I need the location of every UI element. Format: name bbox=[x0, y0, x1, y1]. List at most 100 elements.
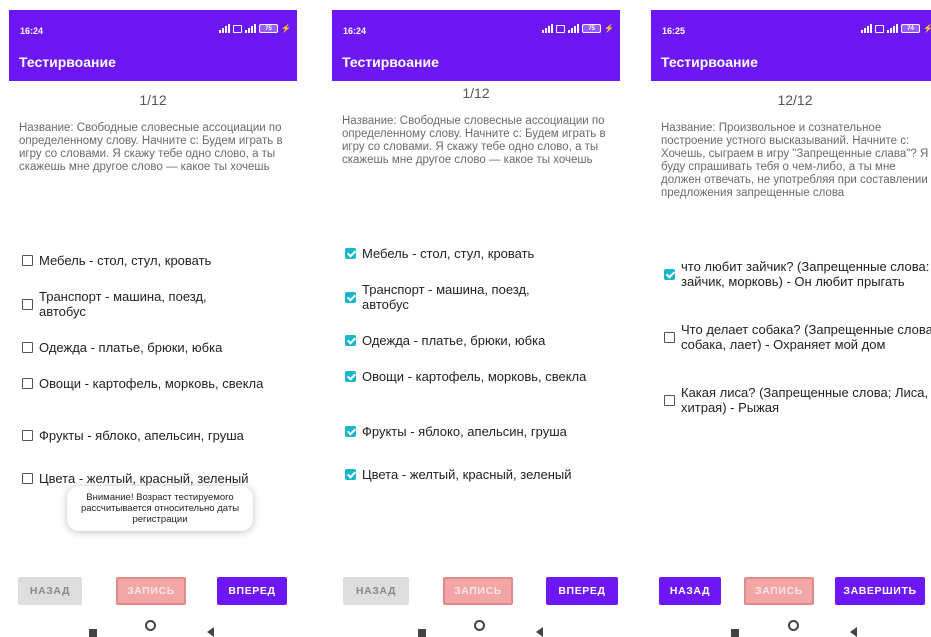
battery-icon: 75 bbox=[259, 24, 279, 33]
option-label: Какая лиса? (Запрещенные слова; Лиса, хи… bbox=[681, 385, 929, 415]
option-label: Мебель - стол, стул, кровать bbox=[362, 246, 535, 261]
screen-1: 16:24 75 ⚡ Тестирвоание 1/12 Название: С… bbox=[9, 10, 297, 637]
signal-icon bbox=[887, 24, 899, 33]
back-nav-icon[interactable] bbox=[207, 627, 214, 637]
option-label: Фрукты - яблоко, апельсин, груша bbox=[39, 428, 244, 443]
record-button[interactable]: ЗАПИСЬ bbox=[443, 577, 513, 605]
option-clothes[interactable]: Одежда - платье, брюки, юбка bbox=[345, 333, 617, 348]
checkbox-checked-icon[interactable] bbox=[345, 371, 356, 382]
question-description: Название: Свободные словесные ассоциации… bbox=[342, 115, 606, 166]
option-label: Цвета - желтый, красный, зеленый bbox=[362, 467, 572, 482]
option-fruits[interactable]: Фрукты - яблоко, апельсин, груша bbox=[345, 424, 617, 439]
record-button[interactable]: ЗАПИСЬ bbox=[116, 577, 186, 605]
app-bar: Тестирвоание bbox=[9, 44, 297, 81]
signal-icon bbox=[861, 24, 873, 33]
recents-icon[interactable] bbox=[731, 629, 739, 637]
back-button[interactable]: НАЗАД bbox=[18, 577, 82, 605]
sim-icon bbox=[233, 24, 243, 33]
option-vegetables[interactable]: Овощи - картофель, морковь, свекла bbox=[22, 376, 294, 391]
checkbox-icon[interactable] bbox=[22, 430, 33, 441]
signal-icon bbox=[568, 24, 580, 33]
checkbox-icon[interactable] bbox=[22, 298, 33, 310]
option-label: Овощи - картофель, морковь, свекла bbox=[362, 369, 587, 384]
option-colors[interactable]: Цвета - желтый, красный, зеленый bbox=[345, 467, 617, 482]
question-counter: 1/12 bbox=[462, 85, 490, 101]
question-counter: 1/12 bbox=[139, 92, 167, 108]
recents-icon[interactable] bbox=[418, 629, 426, 637]
checkbox-icon[interactable] bbox=[22, 378, 33, 389]
checkbox-checked-icon[interactable] bbox=[345, 248, 356, 259]
question-description: Название: Свободные словесные ассоциации… bbox=[19, 122, 283, 173]
record-button[interactable]: ЗАПИСЬ bbox=[744, 577, 814, 605]
home-icon[interactable] bbox=[788, 620, 799, 631]
screen-3: 16:25 74 ⚡ Тестирвоание 12/12 Название: … bbox=[651, 10, 931, 637]
app-bar: Тестирвоание bbox=[651, 44, 931, 81]
option-label: Овощи - картофель, морковь, свекла bbox=[39, 376, 264, 391]
nav-bar bbox=[332, 620, 620, 637]
option-label: Цвета - желтый, красный, зеленый bbox=[39, 471, 249, 486]
back-button[interactable]: НАЗАД bbox=[659, 577, 721, 605]
battery-icon: 75 bbox=[582, 24, 602, 33]
option-label: Транспорт - машина, поезд, автобус bbox=[362, 282, 530, 312]
checkbox-checked-icon[interactable] bbox=[345, 426, 356, 437]
status-icons: 75 ⚡ bbox=[219, 24, 291, 33]
option-furniture[interactable]: Мебель - стол, стул, кровать bbox=[22, 253, 294, 268]
back-nav-icon[interactable] bbox=[850, 627, 857, 637]
signal-icon bbox=[542, 24, 554, 33]
option-transport[interactable]: Транспорт - машина, поезд, автобус bbox=[22, 289, 294, 319]
option-clothes[interactable]: Одежда - платье, брюки, юбка bbox=[22, 340, 294, 355]
option-transport[interactable]: Транспорт - машина, поезд, автобус bbox=[345, 282, 617, 312]
charging-icon: ⚡ bbox=[923, 24, 931, 33]
next-button[interactable]: ВПЕРЕД bbox=[217, 577, 287, 605]
option-label: Мебель - стол, стул, кровать bbox=[39, 253, 212, 268]
status-time: 16:25 bbox=[662, 26, 686, 36]
home-icon[interactable] bbox=[145, 620, 156, 631]
option-label: что любит зайчик? (Запрещенные слова: за… bbox=[681, 259, 930, 289]
charging-icon: ⚡ bbox=[281, 24, 291, 33]
nav-bar bbox=[9, 620, 297, 637]
checkbox-icon[interactable] bbox=[22, 255, 33, 266]
status-bar: 16:24 75 ⚡ bbox=[332, 10, 620, 44]
back-nav-icon[interactable] bbox=[536, 627, 543, 637]
option-furniture[interactable]: Мебель - стол, стул, кровать bbox=[345, 246, 617, 261]
charging-icon: ⚡ bbox=[604, 24, 614, 33]
sim-icon bbox=[875, 24, 885, 33]
checkbox-checked-icon[interactable] bbox=[664, 268, 675, 280]
next-button[interactable]: ВПЕРЕД bbox=[546, 577, 618, 605]
checkbox-checked-icon[interactable] bbox=[345, 335, 356, 346]
checkbox-icon[interactable] bbox=[664, 394, 675, 406]
checkbox-icon[interactable] bbox=[664, 331, 675, 343]
option-fruits[interactable]: Фрукты - яблоко, апельсин, груша bbox=[22, 428, 294, 443]
app-title: Тестирвоание bbox=[661, 54, 758, 70]
option-fox[interactable]: Какая лиса? (Запрещенные слова; Лиса, хи… bbox=[664, 385, 931, 415]
option-vegetables[interactable]: Овощи - картофель, морковь, свекла bbox=[345, 369, 617, 384]
recents-icon[interactable] bbox=[89, 629, 97, 637]
option-dog[interactable]: Что делает собака? (Запрещенные слова: с… bbox=[664, 322, 931, 352]
status-icons: 74 ⚡ bbox=[861, 24, 931, 33]
status-bar: 16:25 74 ⚡ bbox=[651, 10, 931, 44]
option-bunny[interactable]: что любит зайчик? (Запрещенные слова: за… bbox=[664, 259, 931, 289]
home-icon[interactable] bbox=[474, 620, 485, 631]
app-bar: Тестирвоание bbox=[332, 44, 620, 81]
checkbox-checked-icon[interactable] bbox=[345, 291, 356, 303]
checkbox-icon[interactable] bbox=[22, 342, 33, 353]
status-time: 16:24 bbox=[20, 26, 44, 36]
question-description: Название: Произвольное и сознательное по… bbox=[661, 122, 929, 199]
question-counter: 12/12 bbox=[777, 92, 813, 108]
back-button[interactable]: НАЗАД bbox=[343, 577, 409, 605]
checkbox-icon[interactable] bbox=[22, 473, 33, 484]
screen-2: 16:24 75 ⚡ Тестирвоание 1/12 Название: С… bbox=[332, 10, 620, 637]
nav-bar bbox=[651, 620, 931, 637]
option-label: Что делает собака? (Запрещенные слова: с… bbox=[681, 322, 931, 352]
signal-icon bbox=[245, 24, 257, 33]
option-colors[interactable]: Цвета - желтый, красный, зеленый bbox=[22, 471, 294, 486]
app-title: Тестирвоание bbox=[342, 54, 439, 70]
sim-icon bbox=[556, 24, 566, 33]
status-time: 16:24 bbox=[343, 26, 367, 36]
option-label: Фрукты - яблоко, апельсин, груша bbox=[362, 424, 567, 439]
signal-icon bbox=[219, 24, 231, 33]
option-label: Транспорт - машина, поезд, автобус bbox=[39, 289, 207, 319]
checkbox-checked-icon[interactable] bbox=[345, 469, 356, 480]
finish-button[interactable]: ЗАВЕРШИТЬ bbox=[835, 577, 925, 605]
option-label: Одежда - платье, брюки, юбка bbox=[362, 333, 546, 348]
